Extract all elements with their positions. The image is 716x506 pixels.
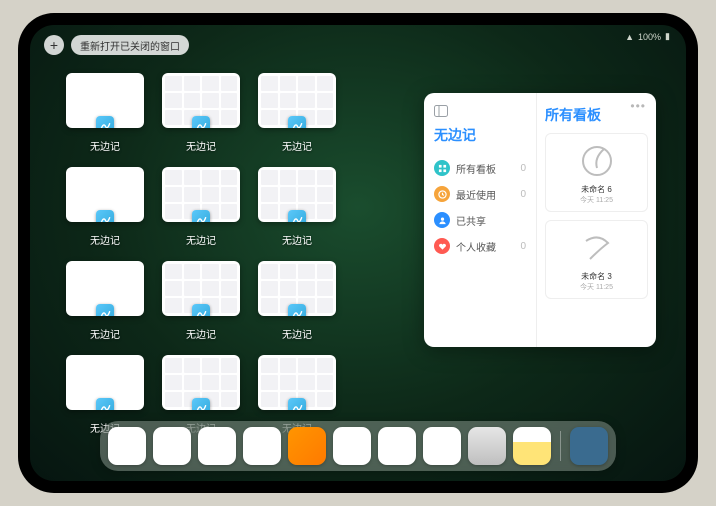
freeform-app-icon [192,210,210,222]
board-card[interactable]: 未命名 6今天 11:25 [545,133,648,212]
freeform-panel[interactable]: ••• 无边记 所有看板0最近使用0已共享个人收藏0 所有看板 未命名 6今天 … [424,93,656,347]
freeform-app-icon [192,398,210,410]
thumb-preview [258,355,336,410]
sidebar-item-label: 所有看板 [456,161,496,176]
window-thumbnail[interactable]: 无边记 [66,73,144,153]
thumb-preview [162,167,240,222]
thumb-preview [66,167,144,222]
thumb-preview [66,261,144,316]
battery-icon: ▮ [665,31,670,42]
sidebar-item-clock[interactable]: 最近使用 0 [434,181,526,207]
window-label: 无边记 [186,326,216,341]
freeform-app-icon [96,398,114,410]
board-name: 未命名 3 [581,271,612,282]
dock-app-wechat[interactable] [108,427,146,465]
window-label: 无边记 [282,326,312,341]
freeform-app-icon [288,116,306,128]
panel-content: 所有看板 未命名 6今天 11:25未命名 3今天 11:25 [536,93,656,347]
person-icon [434,212,450,228]
dock-separator [560,431,561,461]
dock-app-qqbrowser[interactable] [198,427,236,465]
window-label: 无边记 [90,138,120,153]
thumb-preview [258,261,336,316]
board-card[interactable]: 未命名 3今天 11:25 [545,220,648,299]
thumb-preview [258,73,336,128]
board-time: 今天 11:25 [580,282,613,292]
grid-icon [434,160,450,176]
freeform-app-icon [192,116,210,128]
dock-app-play[interactable] [243,427,281,465]
board-name: 未命名 6 [581,184,612,195]
thumb-preview [162,355,240,410]
freeform-app-icon [288,398,306,410]
thumb-preview [162,261,240,316]
sidebar-item-count: 0 [520,163,526,174]
window-label: 无边记 [282,232,312,247]
window-thumbnail[interactable]: 无边记 [258,73,336,153]
freeform-app-icon [96,210,114,222]
board-sketch [576,227,618,269]
thumb-preview [66,355,144,410]
sidebar-item-grid[interactable]: 所有看板 0 [434,155,526,181]
freeform-app-icon [288,304,306,316]
panel-title: 无边记 [434,125,526,145]
sidebar-toggle-icon[interactable] [434,105,526,117]
dock-app-settings[interactable] [468,427,506,465]
freeform-app-icon [192,304,210,316]
sidebar-item-count: 0 [520,241,526,252]
windows-grid: 无边记无边记无边记无边记无边记无边记无边记无边记无边记无边记无边记无边记 [66,73,426,435]
screen: ▲ 100% ▮ + 重新打开已关闭的窗口 无边记无边记无边记无边记无边记无边记… [30,25,686,481]
panel-sidebar: 无边记 所有看板 0 最近使用 0 已共享个人收藏 0 [424,93,536,347]
dock-app-notes[interactable] [513,427,551,465]
window-label: 无边记 [282,138,312,153]
window-thumbnail[interactable]: 无边记 [162,261,240,341]
battery-text: 100% [638,32,661,42]
wifi-icon: ▲ [625,32,634,42]
status-bar: ▲ 100% ▮ [625,31,670,42]
dock-app-dice[interactable] [333,427,371,465]
sidebar-item-label: 已共享 [456,213,486,228]
ipad-frame: ▲ 100% ▮ + 重新打开已关闭的窗口 无边记无边记无边记无边记无边记无边记… [18,13,698,493]
window-label: 无边记 [186,138,216,153]
window-label: 无边记 [90,326,120,341]
sidebar-item-heart[interactable]: 个人收藏 0 [434,233,526,259]
dock-app-nodes[interactable] [378,427,416,465]
dock-app-books[interactable] [288,427,326,465]
window-label: 无边记 [186,232,216,247]
freeform-app-icon [96,116,114,128]
dock-app-applib[interactable] [570,427,608,465]
dock [100,421,616,471]
thumb-preview [162,73,240,128]
sidebar-item-label: 最近使用 [456,187,496,202]
board-time: 今天 11:25 [580,195,613,205]
window-thumbnail[interactable]: 无边记 [66,167,144,247]
thumb-preview [66,73,144,128]
window-thumbnail[interactable]: 无边记 [162,167,240,247]
window-thumbnail[interactable]: 无边记 [162,73,240,153]
window-thumbnail[interactable]: 无边记 [258,167,336,247]
freeform-app-icon [96,304,114,316]
heart-icon [434,238,450,254]
sidebar-item-person[interactable]: 已共享 [434,207,526,233]
panel-menu-button[interactable]: ••• [630,99,646,113]
new-window-button[interactable]: + [44,35,64,55]
thumb-preview [258,167,336,222]
sidebar-item-count: 0 [520,189,526,200]
clock-icon [434,186,450,202]
window-label: 无边记 [90,232,120,247]
dock-app-quark[interactable] [153,427,191,465]
window-thumbnail[interactable]: 无边记 [66,261,144,341]
reopen-closed-windows-button[interactable]: 重新打开已关闭的窗口 [71,35,189,55]
sidebar-item-label: 个人收藏 [456,239,496,254]
window-thumbnail[interactable]: 无边记 [258,261,336,341]
dock-app-freeform[interactable] [423,427,461,465]
freeform-app-icon [288,210,306,222]
top-controls: + 重新打开已关闭的窗口 [44,35,189,55]
board-sketch [576,140,618,182]
